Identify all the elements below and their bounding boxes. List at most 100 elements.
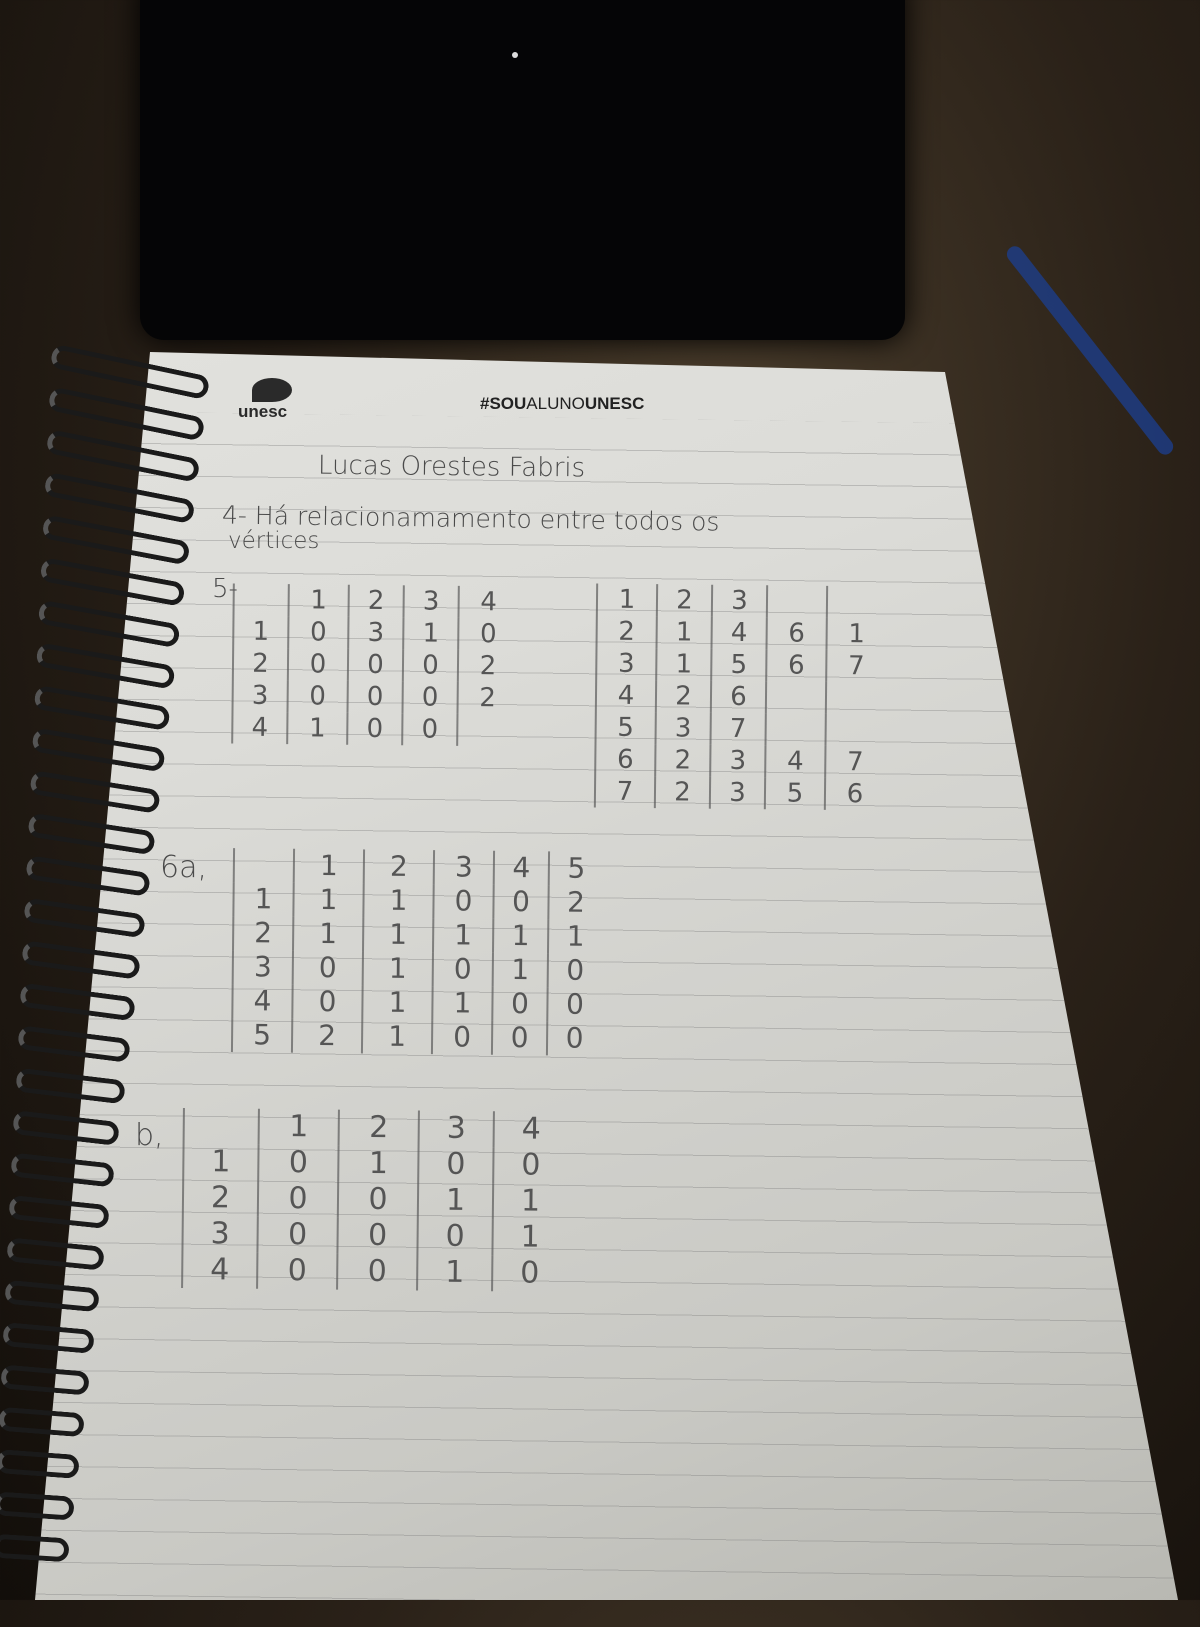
table-cell: 0 [401,681,457,714]
table-row-label: 3 [595,647,656,681]
table-cell: 0 [256,1216,337,1254]
table-cell: 0 [401,713,457,746]
table-header-cell: 1 [595,583,657,617]
table-header-cell: 2 [362,849,434,885]
spiral-ring [36,599,181,649]
spiral-ring [40,514,191,566]
table-cell: 7 [824,745,885,779]
spiral-ring [0,1491,75,1521]
spiral-ring [14,1067,126,1105]
table-cell: 0 [546,987,602,1022]
table-row-label: 2 [181,1179,258,1217]
table-cell: 2 [456,649,518,683]
table-cell: 1 [292,882,363,918]
table-header-cell: 2 [655,584,712,617]
spiral-ring [24,855,151,897]
table-cell: 1 [337,1145,418,1183]
table-cell: 0 [432,884,493,919]
table-cell: 1 [431,918,493,953]
table-cell: 3 [347,616,403,650]
table-row-label: 4 [181,1251,257,1289]
table-cell: 0 [256,1180,338,1218]
table-cell: 4 [764,745,825,778]
table-cell: 0 [286,680,347,713]
table-cell [824,713,885,747]
q5-adjacency-matrix: 12341031020002300024100 [231,583,518,747]
table-cell: 0 [336,1181,418,1219]
table-header-cell: 3 [710,584,767,618]
hashtag-mid: ALUNO [526,394,585,413]
table-cell: 2 [654,744,710,777]
spiral-ring [8,1194,111,1230]
table-cell: 1 [362,917,433,953]
table-cell: 3 [654,712,710,745]
spiral-ring [0,1449,81,1479]
table-cell: 1 [362,883,433,919]
spiral-ring [4,1279,101,1313]
table-cell: 0 [431,952,492,987]
power-led [512,52,518,58]
monitor [140,0,905,340]
table-cell: 7 [709,712,765,746]
table-cell: 5 [763,777,825,810]
table-row-label: 2 [232,916,293,951]
spiral-ring [16,1025,131,1063]
table-cell: 6 [709,680,766,714]
table-cell: 0 [491,1255,567,1293]
table-cell: 2 [547,885,603,920]
hashtag-header: #SOUALUNOUNESC [480,394,644,414]
table-header-cell: 2 [347,584,403,618]
pen [1003,243,1177,458]
table-header-cell: 2 [337,1109,418,1147]
table-header-cell [765,585,827,618]
table-cell: 4 [710,616,766,650]
table-cell: 0 [430,1020,492,1055]
spiral-ring [18,982,136,1022]
table-header-cell: 1 [257,1108,338,1146]
table-cell: 1 [655,648,711,681]
spiral-ring [0,1406,86,1438]
answer-4-line2: vértices [228,528,320,554]
table-cell: 0 [291,984,362,1020]
table-header-cell [182,1107,258,1145]
table-header-cell: 4 [492,1111,568,1149]
hashtag-prefix: #SOU [480,394,527,413]
table-cell: 7 [825,649,886,683]
spiral-ring [32,684,171,732]
table-header-cell [232,848,294,883]
table-cell: 0 [286,648,348,681]
hashtag-suffix: UNESC [584,394,645,413]
table-cell: 5 [710,648,766,682]
table-cell: 0 [490,1020,547,1056]
table-cell: 1 [491,1219,567,1257]
table-cell: 0 [346,712,402,746]
spiral-ring [34,642,176,690]
table-cell: 1 [491,918,548,954]
table-cell: 1 [416,1182,493,1220]
table-cell: 6 [823,777,885,811]
table-cell: 1 [491,952,547,988]
spiral-ring [30,727,166,773]
table-cell: 0 [346,648,403,682]
spiral-ring [0,1364,91,1396]
table-cell: 0 [256,1252,337,1290]
table-row-label: 4 [231,711,287,745]
table-header-cell [825,585,887,619]
table-cell: 1 [416,1254,492,1292]
table-row-label: 2 [595,615,656,649]
table-row-label: 3 [181,1215,257,1253]
table-cell: 3 [708,776,765,810]
table-row-label: 1 [232,615,288,649]
table-row-label: 7 [593,775,655,809]
spiral-ring [43,471,196,525]
table-cell: 1 [655,616,711,649]
table-cell: 0 [492,1147,568,1185]
table-header-cell: 3 [417,1110,493,1148]
table-row-label: 2 [231,647,288,681]
table-cell: 2 [654,680,711,713]
table-cell: 1 [360,1019,432,1055]
table-cell: 3 [709,744,765,778]
table-header-cell: 3 [402,585,458,618]
table-cell: 0 [457,617,518,651]
table-cell: 1 [361,985,432,1021]
